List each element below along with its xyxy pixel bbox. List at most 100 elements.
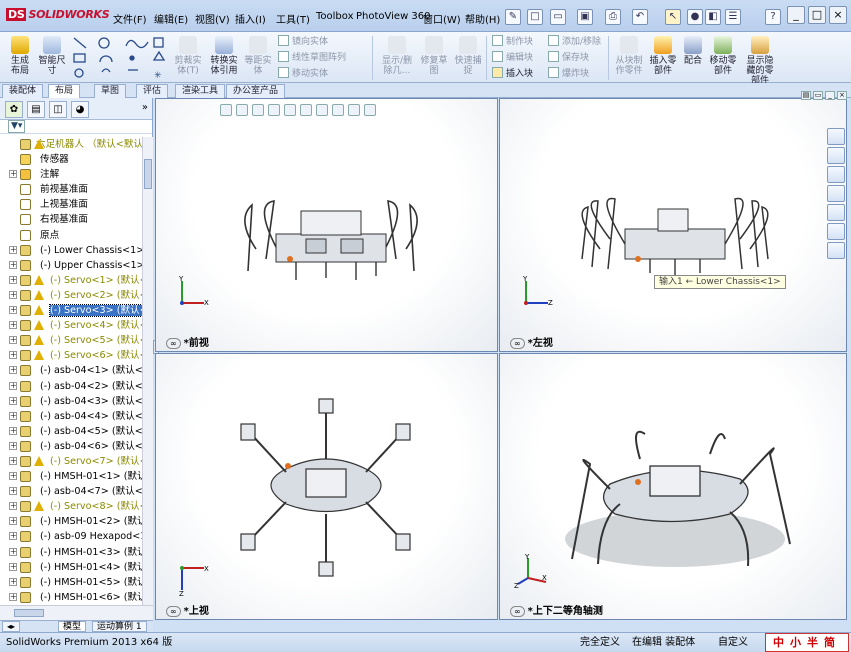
tree-item[interactable]: + (-) HMSH-01<4> (默认< bbox=[0, 560, 142, 575]
menu-tools[interactable]: 工具(T) bbox=[276, 11, 310, 26]
expand-toggle-icon[interactable]: + bbox=[9, 411, 17, 420]
expand-toggle-icon[interactable]: + bbox=[9, 592, 17, 601]
tab-sketch[interactable]: 草图 bbox=[94, 84, 127, 98]
mirror-entities-button[interactable]: 镜向实体 bbox=[278, 34, 328, 47]
tree-item[interactable]: + (-) Servo<7> (默认<<默 bbox=[0, 454, 142, 469]
expand-toggle-icon[interactable]: + bbox=[9, 487, 17, 496]
expand-toggle-icon[interactable]: + bbox=[9, 577, 17, 586]
tree-item[interactable]: + (-) asb-04<4> (默认<<默 bbox=[0, 409, 142, 424]
explode-block-button[interactable]: 爆炸块 bbox=[548, 66, 589, 79]
tree-item[interactable]: + (-) Servo<4> (默认<<默 bbox=[0, 318, 142, 333]
tree-item[interactable]: + (-) asb-04<6> (默认<<默 bbox=[0, 439, 142, 454]
viewport-dimetric[interactable]: Y X Z ∞ *上下二等角轴测 bbox=[499, 353, 847, 620]
file-explorer-icon[interactable] bbox=[827, 185, 845, 202]
repair-sketch-button[interactable]: 修复草 图 bbox=[418, 36, 450, 76]
menu-window[interactable]: 窗口(W) bbox=[423, 11, 461, 26]
insert-components-button[interactable]: 插入零 部件 bbox=[648, 36, 678, 76]
offset-entities-button[interactable]: 等距实 体 bbox=[243, 36, 273, 76]
tree-item[interactable]: + (-) HMSH-01<5> (默认< bbox=[0, 575, 142, 590]
tree-item[interactable]: 原点 bbox=[0, 228, 142, 243]
edit-block-button[interactable]: 编辑块 bbox=[492, 50, 533, 63]
previous-view-icon[interactable] bbox=[252, 104, 264, 116]
tree-item[interactable]: + 注解 bbox=[0, 167, 142, 182]
app-logo[interactable]: DS SOLIDWORKS bbox=[6, 8, 110, 21]
tree-item[interactable]: + (-) Servo<8> (默认<<默 bbox=[0, 499, 142, 514]
display-delete-relations-button[interactable]: 显示/删 除几… bbox=[378, 36, 416, 76]
tree-item[interactable]: + (-) asb-04<7> (默认<<默 bbox=[0, 484, 142, 499]
add-remove-button[interactable]: 添加/移除 bbox=[548, 34, 601, 47]
move-component-button[interactable]: 移动零 部件 bbox=[708, 36, 738, 76]
viewport-close-icon[interactable]: × bbox=[837, 91, 847, 100]
traffic-light-icon[interactable]: ● bbox=[687, 9, 703, 25]
menu-edit[interactable]: 编辑(E) bbox=[154, 11, 188, 26]
tree-item[interactable]: 传感器 bbox=[0, 152, 142, 167]
expand-toggle-icon[interactable]: + bbox=[9, 456, 17, 465]
expand-toggle-icon[interactable]: + bbox=[9, 321, 17, 330]
custom-properties-icon[interactable] bbox=[827, 242, 845, 259]
undo-icon[interactable]: ↶ bbox=[632, 9, 648, 25]
tab-office-products[interactable]: 办公室产品 bbox=[226, 84, 286, 98]
scroll-thumb[interactable] bbox=[144, 159, 152, 189]
expand-toggle-icon[interactable]: + bbox=[9, 260, 17, 269]
tree-root-assembly[interactable]: 六足机器人 （默认<默认_显 bbox=[0, 137, 142, 152]
featuremanager-tab-icon[interactable]: ✿ bbox=[5, 101, 23, 118]
design-library-icon[interactable] bbox=[827, 166, 845, 183]
tree-item[interactable]: + (-) HMSH-01<2> (默认< bbox=[0, 514, 142, 529]
view-orientation-icon[interactable] bbox=[284, 104, 296, 116]
tree-item[interactable]: + (-) asb-09 Hexapod<1> bbox=[0, 529, 142, 544]
create-layout-button[interactable]: 生成 布局 bbox=[6, 36, 34, 76]
tree-item[interactable]: 前视基准面 bbox=[0, 182, 142, 197]
new-file-icon[interactable]: □ bbox=[527, 9, 543, 25]
pin-icon[interactable]: ✎ bbox=[505, 9, 521, 25]
expand-toggle-icon[interactable]: + bbox=[9, 426, 17, 435]
tab-evaluate[interactable]: 评估 bbox=[136, 84, 169, 98]
linear-pattern-button[interactable]: 线性草图阵列 bbox=[278, 50, 346, 63]
hscroll-thumb[interactable] bbox=[14, 609, 44, 617]
expand-toggle-icon[interactable]: + bbox=[9, 351, 17, 360]
tree-item[interactable]: + (-) Servo<1> (默认<<默 bbox=[0, 273, 142, 288]
expand-toggle-icon[interactable]: + bbox=[9, 290, 17, 299]
maximize-button[interactable]: □ bbox=[808, 6, 826, 24]
propertymanager-tab-icon[interactable]: ▤ bbox=[27, 101, 45, 118]
help-search-icon[interactable]: ? bbox=[765, 9, 781, 25]
viewport-top[interactable]: ZX ∞ *上视 bbox=[155, 353, 498, 620]
open-file-icon[interactable]: ▭ bbox=[550, 9, 566, 25]
make-block-button[interactable]: 制作块 bbox=[492, 34, 533, 47]
expand-toggle-icon[interactable]: + bbox=[9, 275, 17, 284]
tree-item[interactable]: + (-) Servo<5> (默认<<默 bbox=[0, 333, 142, 348]
home-icon[interactable] bbox=[827, 147, 845, 164]
menu-file[interactable]: 文件(F) bbox=[113, 11, 147, 26]
tree-item[interactable]: + (-) Servo<2> (默认<<默 bbox=[0, 288, 142, 303]
viewport-minimize-icon[interactable]: _ bbox=[825, 91, 835, 100]
smart-dimension-button[interactable]: 智能尺 寸 bbox=[36, 36, 68, 76]
trim-entities-button[interactable]: 剪裁实 体(T) bbox=[172, 36, 204, 76]
viewport-restore-icon[interactable]: ▭ bbox=[813, 91, 823, 100]
viewport-front[interactable]: YX ∞ *前视 bbox=[155, 98, 498, 352]
print-icon[interactable]: ⎙ bbox=[605, 9, 621, 25]
sketch-tools-grid[interactable]: ✳ bbox=[70, 34, 168, 80]
tab-motion-study[interactable]: 运动算例 1 bbox=[92, 621, 147, 632]
solidworks-resources-icon[interactable] bbox=[827, 128, 845, 145]
tree-vertical-scrollbar[interactable] bbox=[142, 137, 153, 605]
tree-item[interactable]: + (-) Servo<6> (默认<<默 bbox=[0, 348, 142, 363]
select-icon[interactable]: ↖ bbox=[665, 9, 681, 25]
display-style-icon[interactable] bbox=[300, 104, 312, 116]
expand-toggle-icon[interactable]: + bbox=[9, 517, 17, 526]
appearance-tab-icon[interactable]: ◕ bbox=[71, 101, 89, 118]
view-settings-icon[interactable] bbox=[364, 104, 376, 116]
expand-toggle-icon[interactable]: + bbox=[9, 502, 17, 511]
viewport-tile-icon[interactable]: ▤ bbox=[801, 91, 811, 100]
view-palette-icon[interactable] bbox=[827, 204, 845, 221]
menu-toolbox[interactable]: Toolbox bbox=[316, 11, 354, 22]
rebuild-icon[interactable]: ◧ bbox=[705, 9, 721, 25]
expand-toggle-icon[interactable]: + bbox=[9, 472, 17, 481]
viewport-left[interactable]: YZ ∞ *左视 bbox=[499, 98, 847, 352]
zoom-area-icon[interactable] bbox=[236, 104, 248, 116]
tree-item[interactable]: 上视基准面 bbox=[0, 197, 142, 212]
tab-model[interactable]: 模型 bbox=[58, 621, 87, 632]
tab-nav-icon[interactable]: ◂▸ bbox=[2, 621, 21, 632]
tree-item[interactable]: + (-) asb-04<1> (默认<<默 bbox=[0, 363, 142, 378]
menu-help[interactable]: 帮助(H) bbox=[465, 11, 500, 26]
tree-item[interactable]: + (-) Upper Chassis<1> (默 bbox=[0, 258, 142, 273]
expand-toggle-icon[interactable]: + bbox=[9, 441, 17, 450]
